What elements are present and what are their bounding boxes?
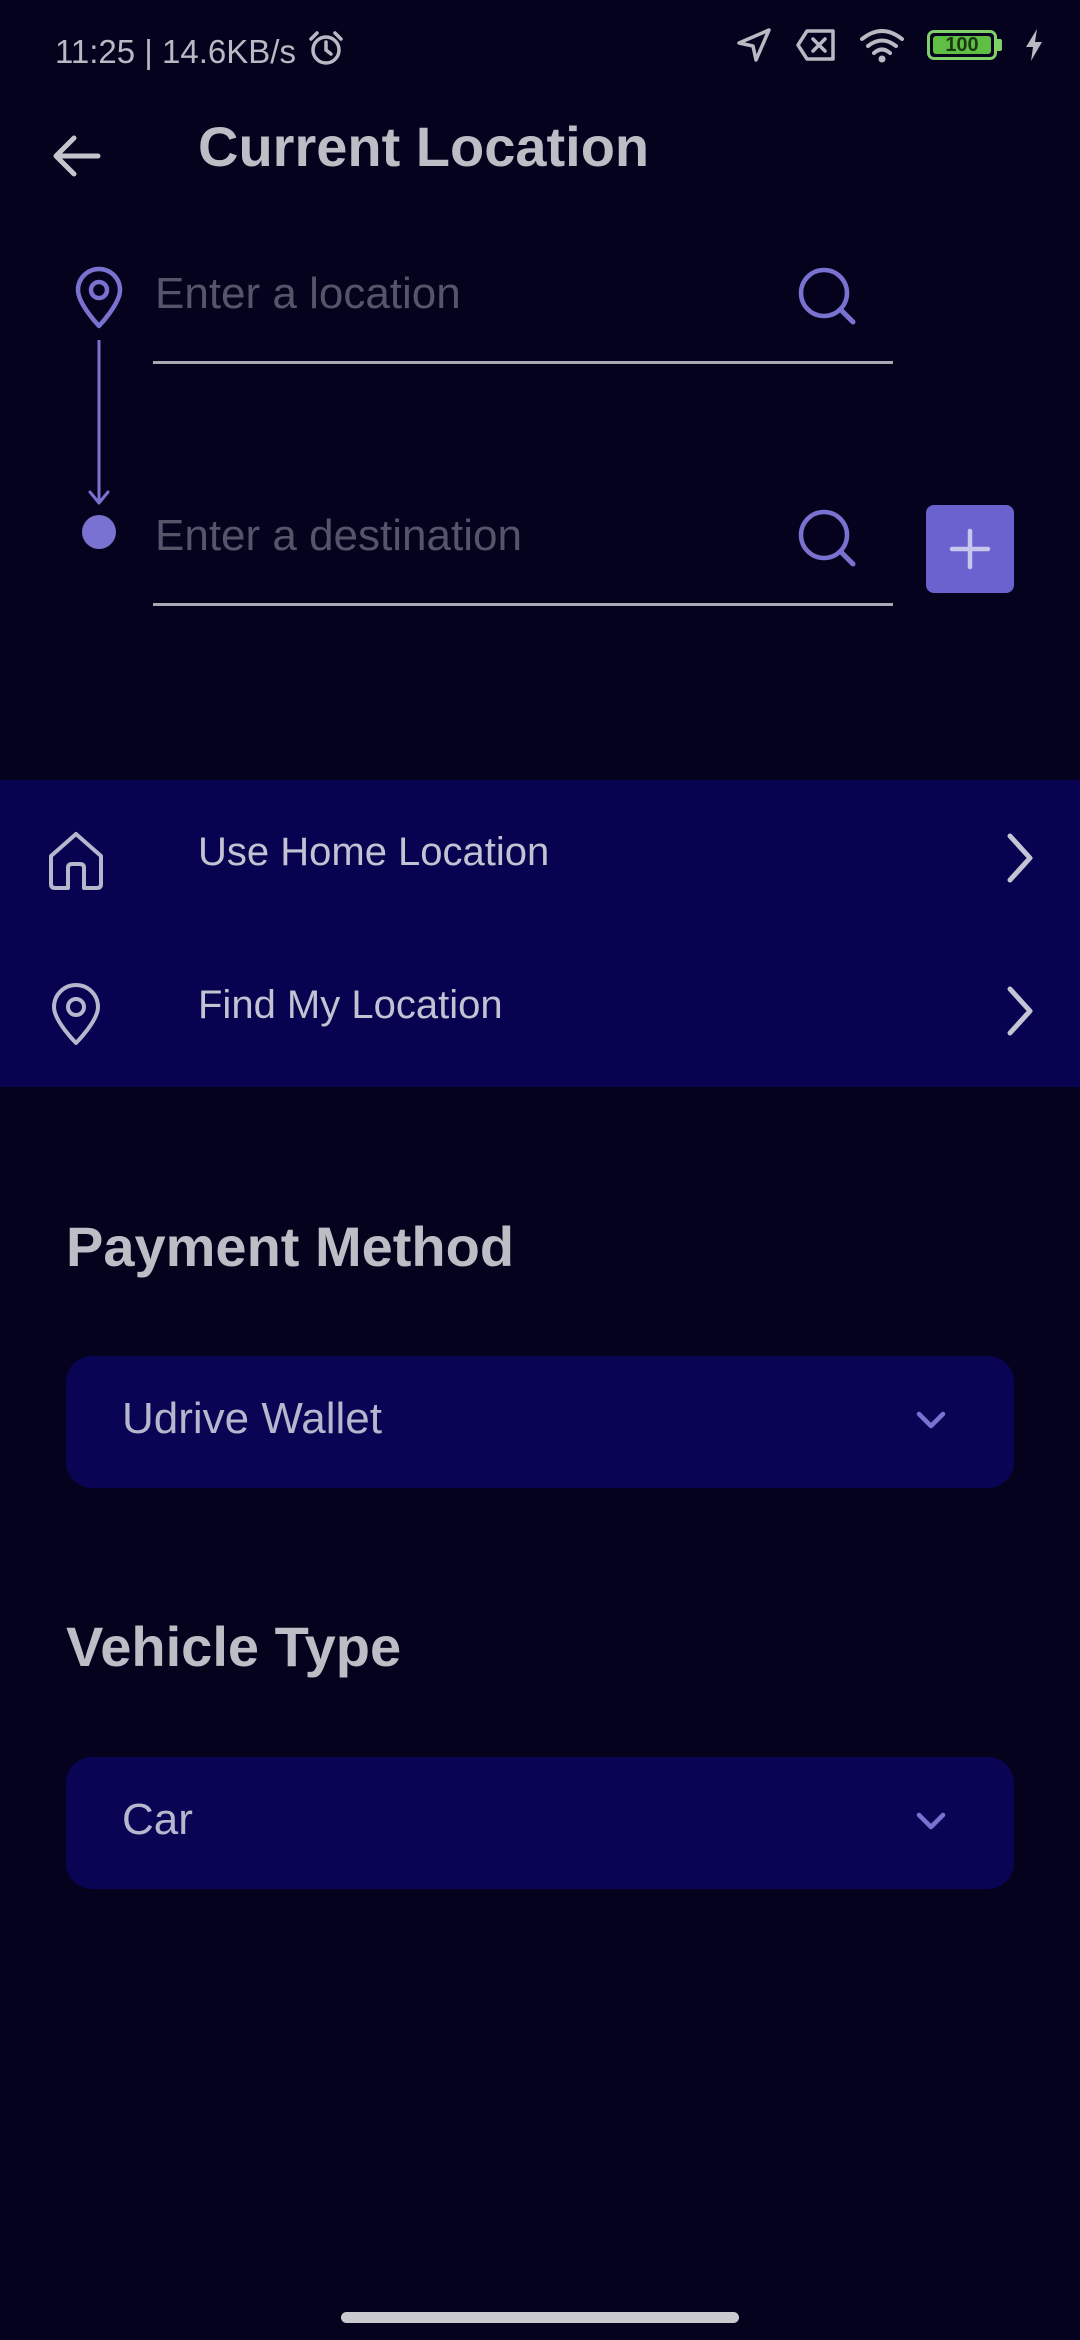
add-stop-button[interactable] (926, 505, 1014, 593)
battery-body: 100 (927, 30, 997, 60)
battery-icon: 100 (927, 30, 1002, 60)
origin-field (153, 240, 893, 364)
chevron-down-icon (914, 1408, 948, 1437)
route-inputs (0, 240, 1080, 630)
destination-field (153, 482, 893, 606)
back-button[interactable] (46, 126, 106, 186)
use-home-location-label: Use Home Location (198, 830, 550, 874)
status-bar: 11:25 | 14.6KB/s 100 (0, 0, 1080, 96)
location-arrow-icon (735, 26, 773, 64)
route-connector-arrow (88, 340, 110, 505)
header: Current Location (0, 96, 1080, 206)
back-arrow-icon (53, 135, 101, 177)
vehicle-type-value: Car (122, 1795, 193, 1844)
origin-pin-icon (72, 266, 126, 335)
screen: 11:25 | 14.6KB/s 100 Current Location En… (0, 0, 1080, 2340)
page-title: Current Location (198, 115, 650, 178)
chevron-down-icon (914, 1809, 948, 1838)
status-right: 100 (735, 26, 1044, 64)
destination-input[interactable] (153, 500, 777, 572)
payment-method-title: Payment Method (66, 1215, 515, 1278)
home-indicator[interactable] (341, 2312, 739, 2323)
battery-tip (997, 39, 1002, 51)
destination-dot (82, 515, 116, 549)
home-icon (46, 830, 106, 897)
sim-off-icon (795, 28, 837, 62)
origin-input[interactable] (153, 258, 777, 330)
origin-search-icon[interactable] (797, 266, 859, 333)
payment-method-dropdown[interactable]: Udrive Wallet (66, 1356, 1014, 1488)
plus-icon (949, 528, 991, 570)
find-my-location-label: Find My Location (198, 983, 503, 1027)
find-my-location-item[interactable]: Find My Location (0, 933, 1080, 1086)
alarm-icon (306, 28, 346, 76)
chevron-right-icon (1000, 830, 1040, 891)
quick-location-options: Use Home Location Find My Location (0, 780, 1080, 1087)
destination-search-icon[interactable] (797, 508, 859, 575)
location-pin-icon (46, 983, 106, 1052)
payment-method-value: Udrive Wallet (122, 1394, 382, 1443)
status-time-speed: 11:25 | 14.6KB/s (55, 33, 296, 70)
vehicle-type-dropdown[interactable]: Car (66, 1757, 1014, 1889)
chevron-right-icon (1000, 983, 1040, 1044)
status-left: 11:25 | 14.6KB/s (55, 28, 346, 76)
use-home-location-item[interactable]: Use Home Location (0, 780, 1080, 933)
charging-icon (1024, 28, 1044, 62)
battery-level: 100 (945, 33, 979, 56)
vehicle-type-title: Vehicle Type (66, 1615, 402, 1678)
wifi-icon (859, 27, 905, 63)
